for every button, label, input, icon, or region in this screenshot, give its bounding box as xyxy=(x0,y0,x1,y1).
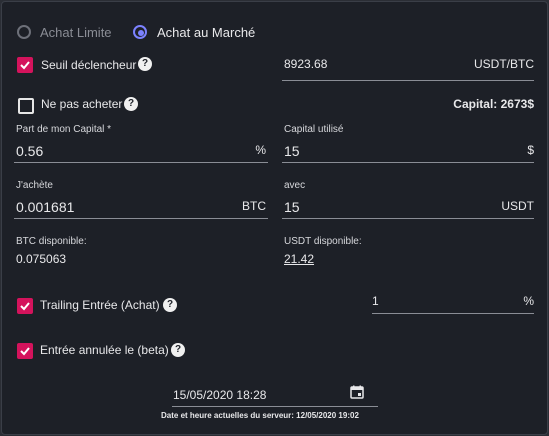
trailing-checkbox[interactable] xyxy=(17,298,33,314)
buy-amount-value[interactable]: 0.001681 xyxy=(16,199,74,215)
buy-amount-underline xyxy=(14,218,268,219)
capital-used-underline xyxy=(282,162,534,163)
capital-used-label: Capital utilisé xyxy=(284,124,344,135)
buy-amount-unit: BTC xyxy=(242,199,266,213)
trailing-unit: % xyxy=(523,294,534,308)
help-icon[interactable]: ? xyxy=(124,97,138,111)
radio-limit-icon[interactable] xyxy=(17,25,31,39)
capital-share-value[interactable]: 0.56 xyxy=(16,143,43,159)
trailing-label: Trailing Entrée (Achat) xyxy=(40,298,160,312)
capital-used-value[interactable]: 15 xyxy=(284,143,300,159)
check-icon xyxy=(20,347,30,356)
cancel-entry-checkbox[interactable] xyxy=(17,343,33,359)
btc-available-value: 0.075063 xyxy=(16,252,67,266)
capital-share-unit: % xyxy=(255,143,266,157)
radio-limit-label[interactable]: Achat Limite xyxy=(40,25,112,40)
usdt-available-link[interactable]: 21.42 xyxy=(284,252,314,266)
with-amount-label: avec xyxy=(284,180,306,191)
with-amount-unit: USDT xyxy=(501,199,534,213)
capital-share-label: Part de mon Capital * xyxy=(16,124,112,135)
trailing-value[interactable]: 1 xyxy=(372,294,379,308)
trigger-label: Seuil déclencheur xyxy=(41,58,137,72)
check-icon xyxy=(20,61,30,70)
datetime-underline xyxy=(172,406,378,407)
usdt-available-label: USDT disponible: xyxy=(284,236,362,247)
datetime-value[interactable]: 15/05/2020 18:28 xyxy=(173,388,266,402)
btc-available-label: BTC disponible: xyxy=(16,236,87,247)
trigger-checkbox[interactable] xyxy=(17,57,33,73)
trigger-underline xyxy=(282,80,534,81)
no-buy-checkbox[interactable] xyxy=(18,98,34,114)
trigger-unit: USDT/BTC xyxy=(474,57,534,71)
capital-share-underline xyxy=(14,162,268,163)
radio-market-label[interactable]: Achat au Marché xyxy=(157,25,255,40)
trailing-underline xyxy=(372,313,534,314)
no-buy-label: Ne pas acheter xyxy=(41,97,123,111)
buy-amount-label: J'achète xyxy=(16,180,53,191)
cancel-entry-label: Entrée annulée le (beta) xyxy=(40,343,169,357)
check-icon xyxy=(20,302,30,311)
server-time-note: Date et heure actuelles du serveur: 12/0… xyxy=(161,411,359,420)
capital-used-unit: $ xyxy=(527,143,534,157)
with-amount-value[interactable]: 15 xyxy=(284,199,300,215)
radio-market-icon[interactable] xyxy=(133,25,147,39)
with-amount-underline xyxy=(282,218,534,219)
help-icon[interactable]: ? xyxy=(171,343,185,357)
capital-label: Capital: 2673$ xyxy=(453,97,534,111)
help-icon[interactable]: ? xyxy=(138,57,152,71)
trigger-value[interactable]: 8923.68 xyxy=(284,57,327,71)
calendar-icon[interactable] xyxy=(350,385,364,399)
help-icon[interactable]: ? xyxy=(163,298,177,312)
